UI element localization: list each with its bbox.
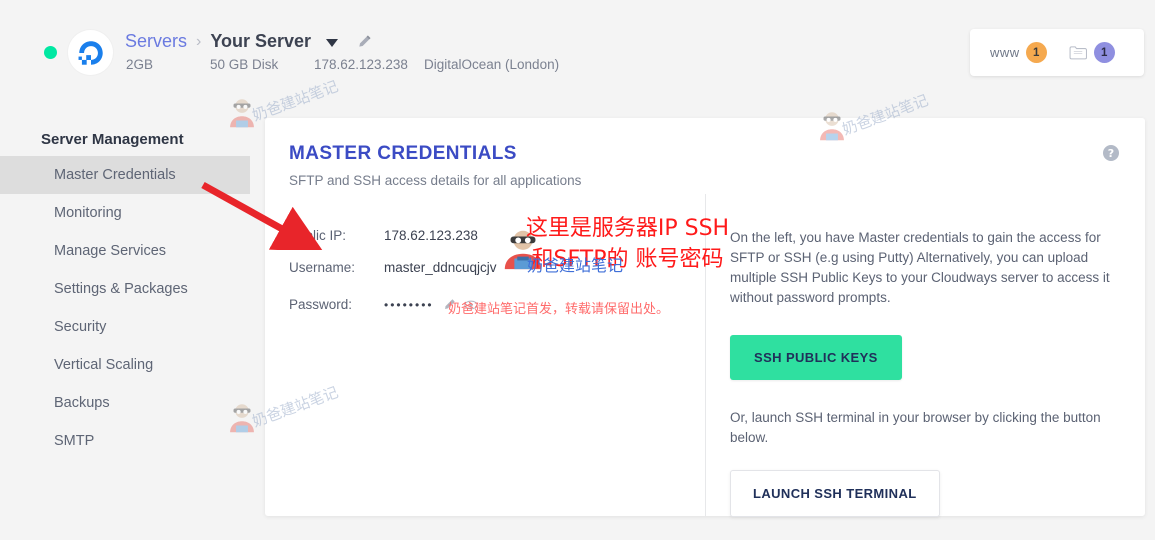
sidebar: Server Management Master Credentials Mon… bbox=[0, 118, 250, 460]
server-provider: DigitalOcean (London) bbox=[424, 57, 560, 72]
page-subtitle: SFTP and SSH access details for all appl… bbox=[289, 173, 582, 188]
page-root: 奶爸建站笔记 奶爸建站笔记 奶爸建站笔记 Servers › Your Serv… bbox=[0, 0, 1155, 540]
column-divider bbox=[705, 194, 706, 516]
launch-ssh-terminal-button[interactable]: LAUNCH SSH TERMINAL bbox=[730, 470, 940, 517]
sidebar-item-label: Vertical Scaling bbox=[54, 357, 154, 373]
www-count-badge: 1 bbox=[1025, 42, 1047, 63]
username-value: master_ddncuqjcjv bbox=[384, 260, 497, 275]
sidebar-item-label: Master Credentials bbox=[54, 167, 176, 183]
www-label: www bbox=[990, 45, 1020, 60]
help-icon[interactable]: ? bbox=[1103, 145, 1119, 161]
credential-row-public-ip: Public IP: 178.62.123.238 bbox=[289, 228, 497, 253]
server-ip: 178.62.123.238 bbox=[314, 57, 408, 72]
credential-row-username: Username: master_ddncuqjcjv bbox=[289, 260, 497, 285]
folder-count-badge: 1 bbox=[1093, 42, 1115, 63]
server-disk: 50 GB Disk bbox=[210, 57, 279, 72]
sidebar-item-vertical-scaling[interactable]: Vertical Scaling bbox=[0, 346, 250, 384]
sidebar-item-label: Backups bbox=[54, 395, 110, 411]
sidebar-item-smtp[interactable]: SMTP bbox=[0, 422, 250, 460]
sidebar-item-label: Manage Services bbox=[54, 243, 167, 259]
sidebar-item-label: SMTP bbox=[54, 433, 95, 449]
page-title: MASTER CREDENTIALS bbox=[289, 143, 517, 164]
credential-row-password: Password: •••••••• bbox=[289, 292, 497, 317]
credentials-list: Public IP: 178.62.123.238 Username: mast… bbox=[289, 228, 497, 317]
edit-password-pencil-icon[interactable] bbox=[443, 298, 456, 311]
breadcrumb-current-server: Your Server bbox=[210, 31, 312, 51]
breadcrumb-separator: › bbox=[196, 32, 202, 50]
sidebar-title: Server Management bbox=[41, 131, 184, 148]
master-credentials-card: MASTER CREDENTIALS SFTP and SSH access d… bbox=[265, 118, 1145, 517]
server-status-dot bbox=[44, 46, 57, 59]
sidebar-item-settings-packages[interactable]: Settings & Packages bbox=[0, 270, 250, 308]
digitalocean-logo-icon bbox=[68, 30, 113, 75]
info-paragraph: On the left, you have Master credentials… bbox=[730, 230, 1110, 305]
folder-apps-item[interactable]: 1 bbox=[1069, 42, 1115, 63]
pencil-icon[interactable] bbox=[357, 34, 372, 49]
credential-label: Public IP: bbox=[289, 228, 347, 243]
sidebar-item-label: Settings & Packages bbox=[54, 281, 188, 297]
sidebar-item-master-credentials[interactable]: Master Credentials bbox=[0, 156, 250, 194]
server-ram: 2GB bbox=[126, 57, 154, 72]
server-meta: 2GB 50 GB Disk 178.62.123.238 DigitalOce… bbox=[126, 57, 559, 72]
terminal-paragraph: Or, launch SSH terminal in your browser … bbox=[730, 410, 1101, 445]
sidebar-item-manage-services[interactable]: Manage Services bbox=[0, 232, 250, 270]
sidebar-item-label: Monitoring bbox=[54, 205, 122, 221]
sidebar-item-backups[interactable]: Backups bbox=[0, 384, 250, 422]
chevron-down-icon[interactable] bbox=[326, 38, 339, 47]
public-ip-value: 178.62.123.238 bbox=[384, 228, 478, 243]
show-password-eye-icon[interactable] bbox=[463, 299, 478, 311]
credential-label: Password: bbox=[289, 297, 353, 312]
breadcrumb-servers-link[interactable]: Servers bbox=[125, 31, 187, 52]
breadcrumb: Servers › Your Server bbox=[125, 31, 372, 52]
credential-label: Username: bbox=[289, 260, 356, 275]
ssh-public-keys-button[interactable]: SSH PUBLIC KEYS bbox=[730, 335, 902, 380]
sidebar-item-label: Security bbox=[54, 319, 107, 335]
www-apps-item[interactable]: www 1 bbox=[990, 42, 1047, 63]
apps-summary-card: www 1 1 bbox=[970, 29, 1144, 76]
info-column: On the left, you have Master credentials… bbox=[730, 228, 1125, 517]
top-bar: Servers › Your Server 2GB 50 GB Disk 178… bbox=[0, 0, 1155, 100]
sidebar-item-monitoring[interactable]: Monitoring bbox=[0, 194, 250, 232]
password-value-masked: •••••••• bbox=[384, 297, 434, 312]
sidebar-item-security[interactable]: Security bbox=[0, 308, 250, 346]
folder-icon bbox=[1069, 45, 1088, 60]
